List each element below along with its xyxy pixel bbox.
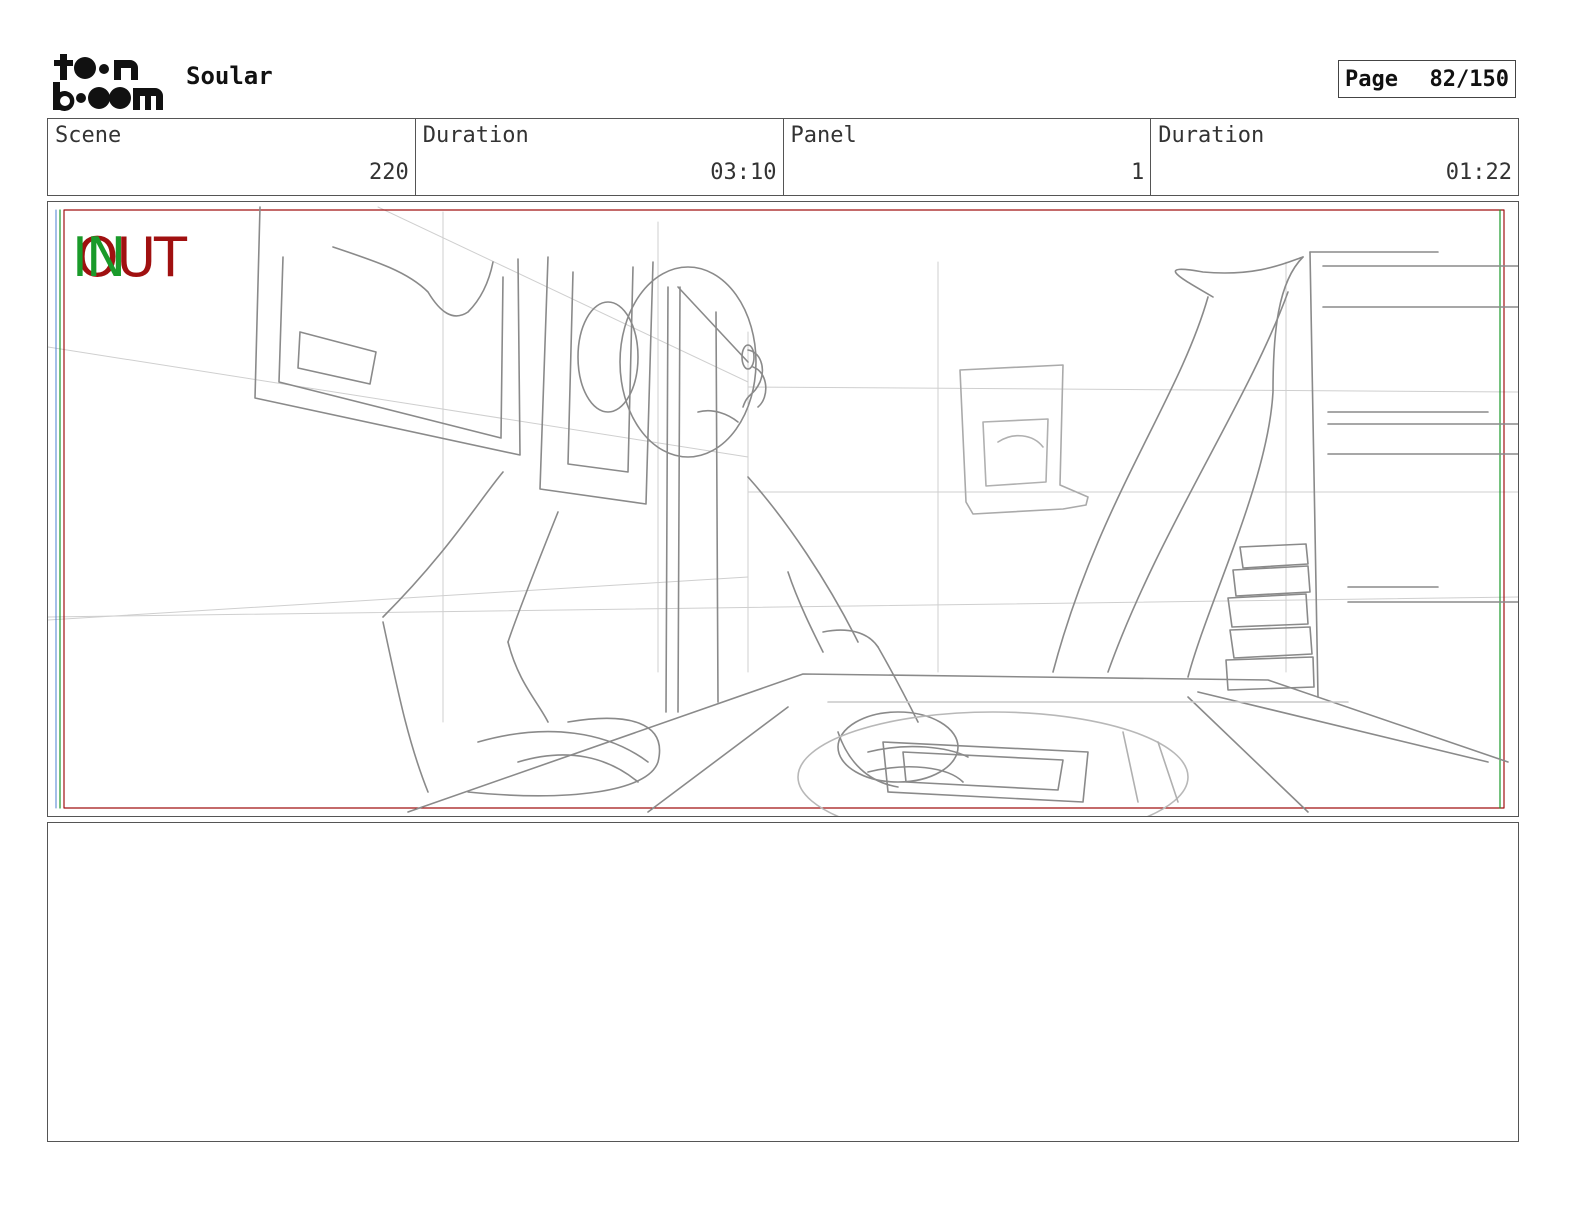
page-value: 82/150 (1429, 66, 1509, 92)
panel-cell: Panel 1 (784, 119, 1152, 195)
project-title: Soular (186, 62, 273, 90)
scene-value: 220 (369, 160, 409, 185)
panel-notes-box[interactable] (47, 822, 1519, 1142)
panel-value: 1 (1131, 160, 1145, 185)
scene-duration-label: Duration (422, 123, 529, 148)
panel-duration-cell: Duration 01:22 (1151, 119, 1518, 195)
scene-duration-cell: Duration 03:10 (416, 119, 784, 195)
panel-label: Panel (790, 123, 857, 148)
toon-boom-logo (50, 50, 165, 112)
in-label: IN (72, 226, 126, 289)
scene-cell: Scene 220 (48, 119, 416, 195)
sketch-drawing (48, 206, 1518, 816)
page-indicator: Page 82/150 (1338, 60, 1516, 98)
page-label: Page (1345, 66, 1398, 92)
scene-label: Scene (55, 123, 122, 148)
storyboard-panel: OUT IN (47, 201, 1519, 817)
panel-duration-value: 01:22 (1445, 160, 1512, 185)
panel-duration-label: Duration (1158, 123, 1265, 148)
panel-info-bar: Scene 220 Duration 03:10 Panel 1 Duratio… (47, 118, 1519, 196)
scene-duration-value: 03:10 (710, 160, 777, 185)
